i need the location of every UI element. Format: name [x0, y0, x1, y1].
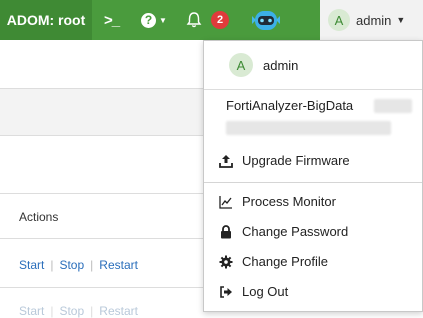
caret-down-icon: ▼ [396, 15, 406, 25]
redacted-version [226, 121, 391, 135]
menu-divider [204, 182, 422, 183]
bell-icon[interactable] [185, 0, 203, 40]
change-password-item[interactable]: Change Password [218, 224, 348, 239]
adom-label: ADOM: root [6, 12, 86, 28]
upload-icon [218, 154, 234, 168]
change-profile-item[interactable]: Change Profile [218, 254, 328, 269]
menu-user-header: A admin [204, 41, 422, 90]
menu-user-name: admin [263, 57, 299, 73]
avatar: A [229, 53, 253, 77]
device-name: FortiAnalyzer-BigData [226, 98, 354, 113]
upgrade-firmware-item[interactable]: Upgrade Firmware [218, 153, 350, 168]
stop-link[interactable]: Stop [59, 258, 84, 272]
actions-column-header: Actions [19, 210, 59, 224]
user-dropdown-menu: A admin FortiAnalyzer-BigData Upgrade Fi… [203, 40, 423, 312]
table-row: Start | Stop | Restart [19, 304, 138, 318]
lock-icon [218, 224, 234, 239]
user-name: admin [356, 12, 392, 28]
menu-item-label: Upgrade Firmware [242, 153, 350, 168]
link-separator: | [50, 304, 54, 318]
start-link[interactable]: Start [19, 258, 44, 272]
menu-item-label: Change Password [242, 224, 349, 239]
log-out-item[interactable]: Log Out [218, 284, 288, 299]
caret-down-icon: ▼ [159, 15, 167, 25]
sign-out-icon [218, 285, 234, 299]
chart-line-icon [218, 195, 234, 209]
terminal-icon[interactable]: >_ [104, 0, 120, 40]
stop-link[interactable]: Stop [59, 304, 84, 318]
redacted-serial [374, 99, 412, 113]
process-monitor-item[interactable]: Process Monitor [218, 194, 336, 209]
top-navigation-bar: ADOM: root >_ ? ▼ 2 A admin ▼ [0, 0, 423, 40]
link-separator: | [90, 258, 94, 272]
table-row: Start | Stop | Restart [19, 258, 138, 272]
menu-item-label: Change Profile [242, 254, 328, 269]
question-circle-icon: ? [141, 12, 156, 28]
menu-item-label: Process Monitor [242, 194, 336, 209]
link-separator: | [90, 304, 94, 318]
avatar: A [328, 9, 350, 31]
restart-link[interactable]: Restart [99, 258, 138, 272]
restart-link[interactable]: Restart [99, 304, 138, 318]
user-menu-button[interactable]: A admin ▼ [320, 0, 423, 40]
notification-badge[interactable]: 2 [211, 11, 229, 29]
gear-icon [218, 255, 234, 269]
adom-selector[interactable]: ADOM: root [0, 0, 92, 40]
robot-assistant-icon[interactable] [246, 0, 286, 40]
start-link[interactable]: Start [19, 304, 44, 318]
help-menu[interactable]: ? ▼ [141, 0, 167, 40]
menu-item-label: Log Out [242, 284, 289, 299]
link-separator: | [50, 258, 54, 272]
